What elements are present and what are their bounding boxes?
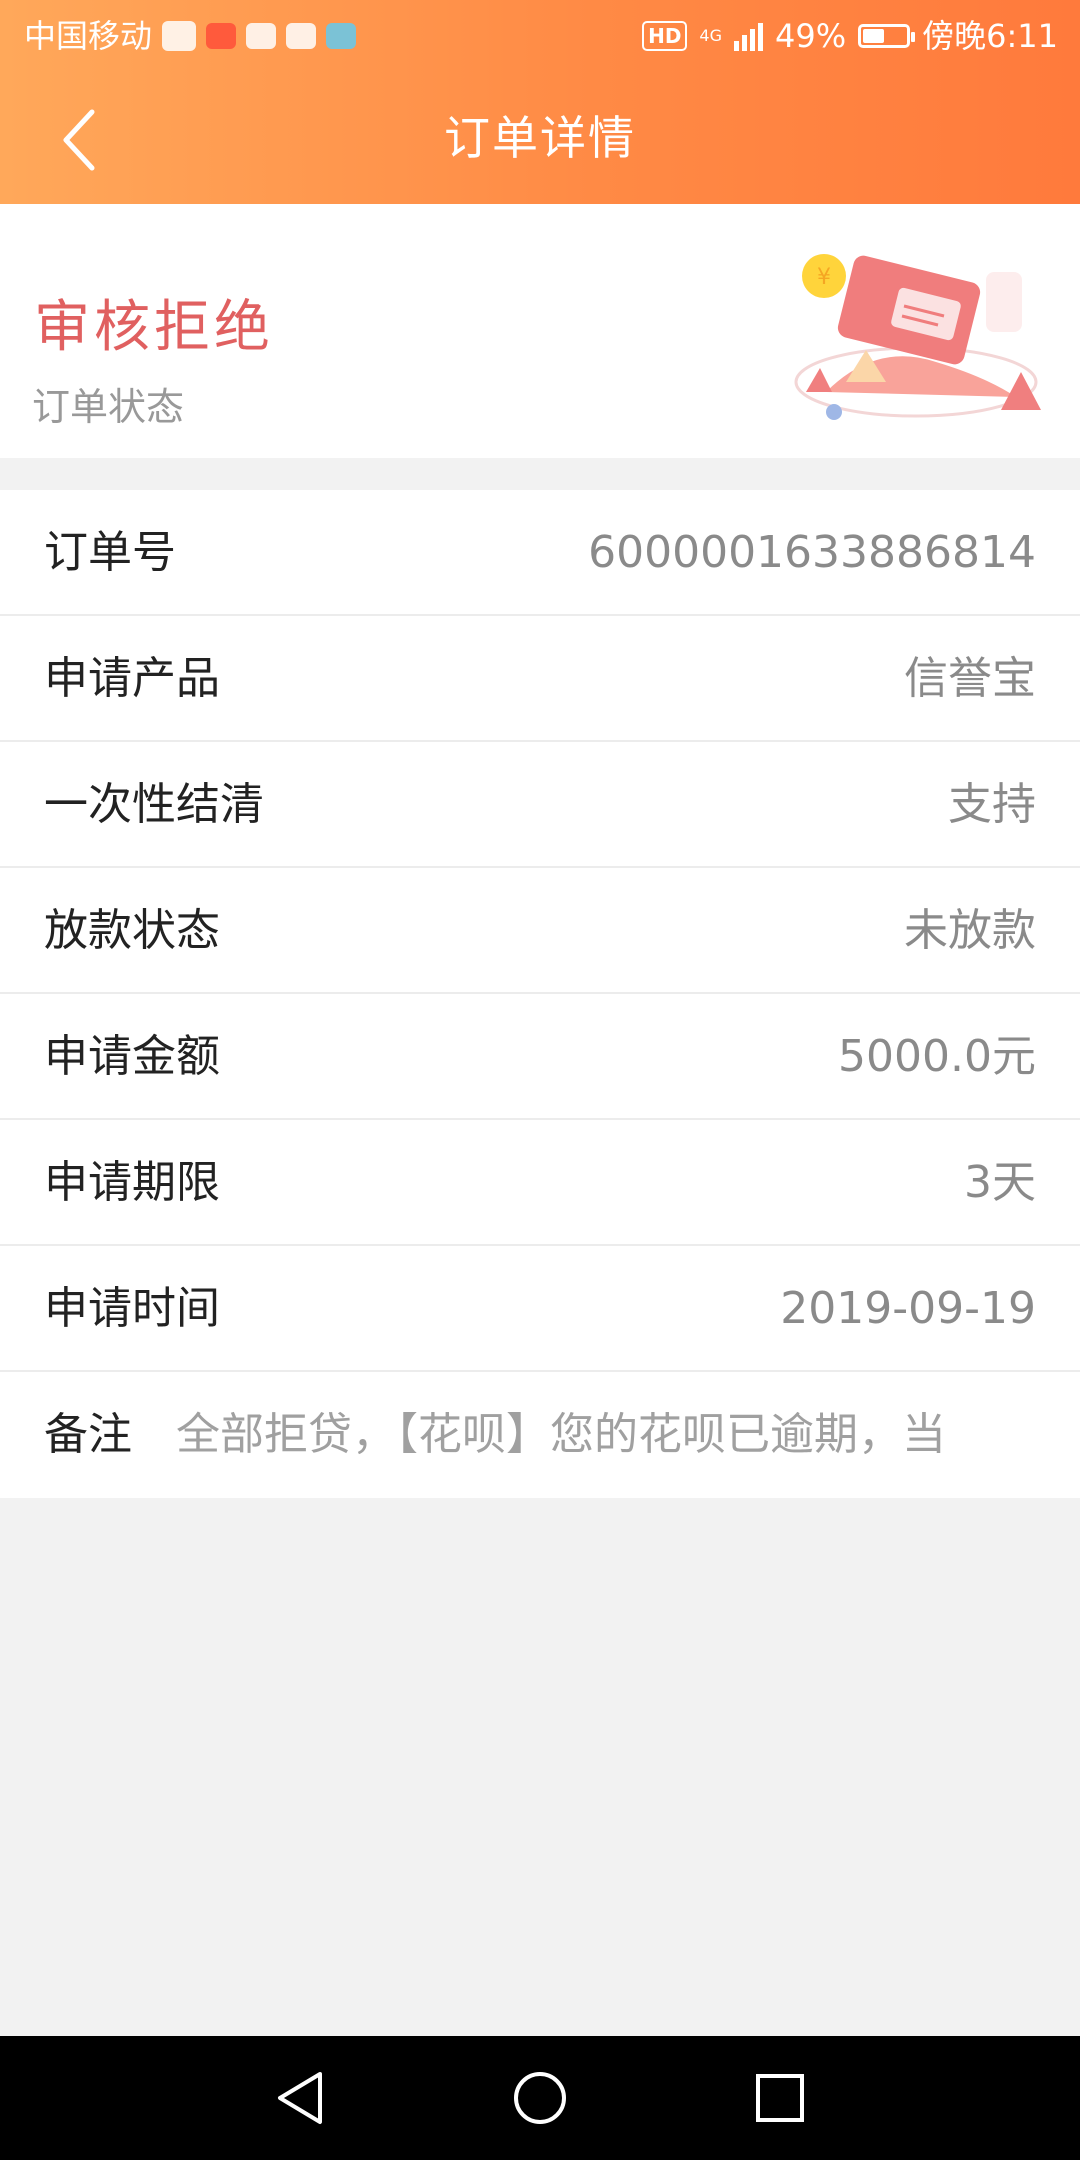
signal-icon (734, 21, 763, 51)
detail-label: 放款状态 (44, 905, 220, 956)
message-icon (162, 21, 197, 51)
status-bar: 中国移动 HD 4G 49% 傍晚6:11 (0, 0, 1080, 72)
detail-row-lump-sum: 一次性结清 支持 (0, 742, 1080, 868)
carrier-label: 中国移动 (24, 17, 153, 55)
detail-row-order-number: 订单号 6000001633886814 (0, 490, 1080, 616)
detail-value: 5000.0元 (838, 1031, 1036, 1082)
detail-label: 申请时间 (44, 1283, 220, 1334)
wechat-icon (286, 23, 317, 49)
qq-icon (246, 23, 277, 49)
status-bar-right: HD 4G 49% 傍晚6:11 (642, 0, 1058, 72)
nav-recents-icon[interactable] (748, 2066, 812, 2130)
nav-home-icon[interactable] (508, 2066, 572, 2130)
detail-label: 订单号 (44, 527, 176, 578)
detail-value: 3天 (964, 1157, 1036, 1208)
page-title: 订单详情 (444, 111, 636, 165)
reader-app-icon (326, 23, 357, 49)
detail-value: 6000001633886814 (588, 527, 1036, 578)
nav-back-icon[interactable] (268, 2066, 332, 2130)
detail-row-apply-time: 申请时间 2019-09-19 (0, 1246, 1080, 1372)
detail-row-product: 申请产品 信誉宝 (0, 616, 1080, 742)
status-bar-left: 中国移动 (24, 0, 357, 72)
detail-row-disbursement-status: 放款状态 未放款 (0, 868, 1080, 994)
detail-value: 支持 (948, 779, 1036, 830)
battery-icon (858, 24, 916, 48)
detail-label: 申请金额 (44, 1031, 220, 1082)
detail-value: 信誉宝 (904, 653, 1036, 704)
detail-label: 申请产品 (44, 653, 220, 704)
detail-value: 2019-09-19 (780, 1283, 1036, 1334)
detail-value: 全部拒贷，【花呗】您的花呗已逾期，当 (176, 1409, 946, 1460)
card-illustration: ¥ (794, 254, 1041, 420)
network-type: 4G (699, 26, 722, 45)
detail-label: 备注 (44, 1409, 132, 1460)
detail-label: 申请期限 (44, 1157, 220, 1208)
detail-value: 未放款 (904, 905, 1036, 956)
detail-row-term: 申请期限 3天 (0, 1120, 1080, 1246)
system-nav-bar (0, 2036, 1080, 2160)
order-status-card: 审核拒绝 订单状态 ¥ (0, 204, 1080, 458)
order-detail-list: 订单号 6000001633886814 申请产品 信誉宝 一次性结清 支持 放… (0, 490, 1080, 1498)
app-top-area: 中国移动 HD 4G 49% 傍晚6:11 订单详情 (0, 0, 1080, 204)
battery-percent: 49% (775, 17, 847, 55)
order-status-value: 审核拒绝 (34, 295, 274, 360)
detail-label: 一次性结清 (44, 779, 264, 830)
detail-row-amount: 申请金额 5000.0元 (0, 994, 1080, 1120)
detail-row-remark: 备注 全部拒贷，【花呗】您的花呗已逾期，当 (0, 1372, 1080, 1498)
svg-text:¥: ¥ (817, 265, 831, 290)
order-status-label: 订单状态 (32, 385, 185, 429)
hd-badge: HD (642, 21, 688, 51)
clock: 傍晚6:11 (922, 17, 1058, 55)
nav-header: 订单详情 (0, 72, 1080, 204)
video-app-icon (206, 23, 237, 49)
